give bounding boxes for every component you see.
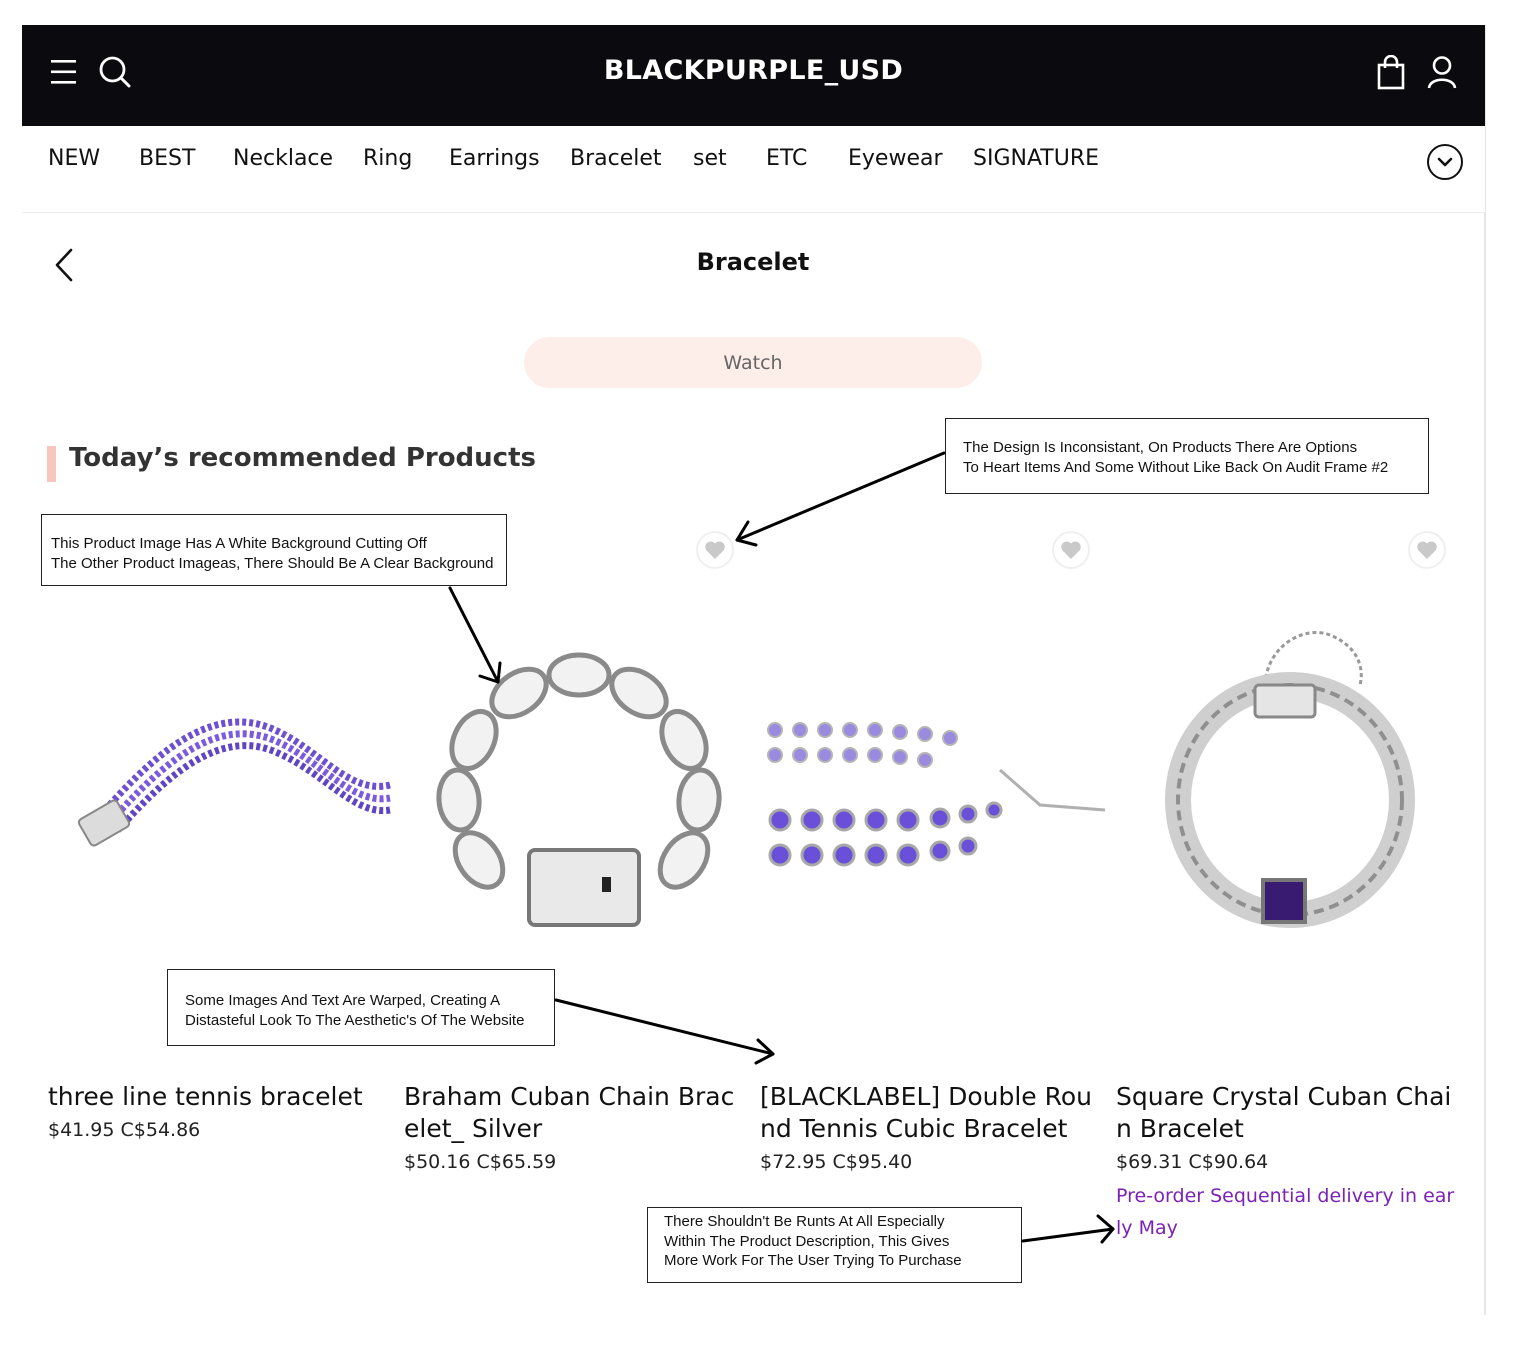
- nav-item-bracelet[interactable]: Bracelet: [570, 146, 662, 171]
- shopping-bag-icon[interactable]: [1376, 55, 1406, 91]
- annotation-note: The Design Is Inconsistant, On Products …: [945, 418, 1429, 494]
- brand-logo[interactable]: BLACKPURPLE_USD: [22, 55, 1485, 86]
- heart-icon: [705, 541, 725, 559]
- product-price: $69.31 C$90.64: [1116, 1151, 1269, 1173]
- nav-item-earrings[interactable]: Earrings: [449, 146, 540, 171]
- product-image-square-crystal-cuban-bracelet[interactable]: [1155, 625, 1425, 935]
- heart-icon: [1417, 541, 1437, 559]
- annotation-note: This Product Image Has A White Backgroun…: [41, 514, 507, 586]
- page-title: Bracelet: [696, 248, 810, 276]
- top-bar: BLACKPURPLE_USD: [22, 25, 1485, 126]
- nav-item-eyewear[interactable]: Eyewear: [848, 146, 943, 171]
- wishlist-heart-button[interactable]: [698, 533, 732, 567]
- product-name[interactable]: three line tennis bracelet: [48, 1081, 393, 1113]
- nav-item-necklace[interactable]: Necklace: [233, 146, 333, 171]
- annotation-note: There Shouldn't Be Runts At All Especial…: [647, 1207, 1022, 1283]
- section-title: Today’s recommended Products: [69, 443, 536, 473]
- product-name[interactable]: Square Crystal Cuban Chain Bracelet: [1116, 1081, 1456, 1145]
- annotation-note: Some Images And Text Are Warped, Creatin…: [167, 969, 555, 1046]
- product-price: $41.95 C$54.86: [48, 1119, 201, 1141]
- preorder-note: Pre-order Sequential delivery in early M…: [1116, 1185, 1455, 1239]
- nav-item-best[interactable]: BEST: [139, 146, 195, 171]
- product-name[interactable]: Braham Cuban Chain Bracelet_ Silver: [404, 1081, 744, 1145]
- product-price: $72.95 C$95.40: [760, 1151, 913, 1173]
- nav-item-signature[interactable]: SIGNATURE: [973, 146, 1099, 171]
- nav-item-ring[interactable]: Ring: [363, 146, 412, 171]
- section-accent-bar: [47, 446, 56, 482]
- product-price: $50.16 C$65.59: [404, 1151, 557, 1173]
- category-nav: NEW BEST Necklace Ring Earrings Bracelet…: [22, 126, 1485, 213]
- product-image-double-round-tennis-bracelet[interactable]: [760, 710, 1105, 890]
- user-icon[interactable]: [1426, 55, 1458, 91]
- chevron-down-circle-icon[interactable]: [1427, 144, 1463, 180]
- product-name[interactable]: [BLACKLABEL] Double Round Tennis Cubic B…: [760, 1081, 1100, 1145]
- product-image-cuban-chain-bracelet[interactable]: [434, 645, 724, 935]
- watch-button[interactable]: Watch: [524, 337, 982, 388]
- nav-item-new[interactable]: NEW: [48, 146, 100, 171]
- nav-item-set[interactable]: set: [693, 146, 727, 171]
- nav-item-etc[interactable]: ETC: [766, 146, 807, 171]
- wishlist-heart-button[interactable]: [1410, 533, 1444, 567]
- wishlist-heart-button[interactable]: [1054, 533, 1088, 567]
- heart-icon: [1061, 541, 1081, 559]
- product-image-tennis-bracelet[interactable]: [60, 690, 395, 870]
